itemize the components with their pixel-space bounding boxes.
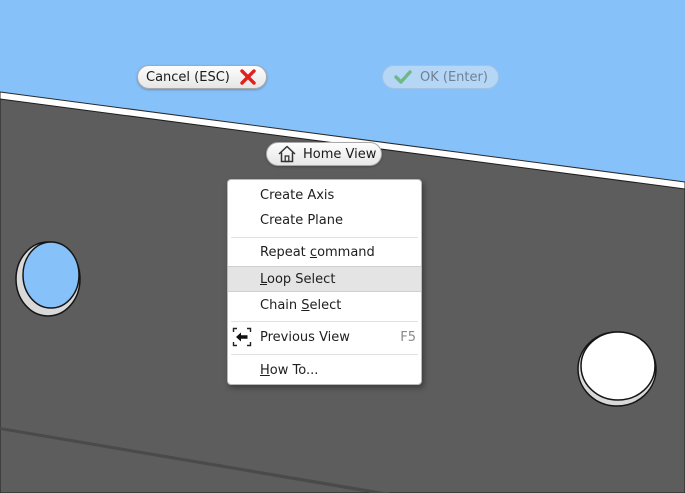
part-hole-right[interactable] [577, 331, 657, 407]
menu-separator [231, 321, 418, 322]
ok-button-label: OK (Enter) [420, 69, 488, 85]
home-view-label: Home View [303, 146, 377, 162]
menu-item-create-plane[interactable]: Create Plane [228, 207, 421, 233]
menu-item-how-to[interactable]: How To... [228, 357, 421, 383]
home-icon [277, 144, 297, 164]
menu-item-label: Loop Select [260, 271, 336, 287]
menu-item-previous-view[interactable]: Previous View F5 [228, 324, 421, 350]
context-menu: Create Axis Create Plane Repeat command … [227, 179, 422, 385]
ok-button[interactable]: OK (Enter) [382, 65, 499, 89]
menu-item-repeat-command[interactable]: Repeat command [228, 239, 421, 265]
menu-separator [231, 354, 418, 355]
menu-item-label: How To... [260, 362, 319, 378]
previous-view-icon [232, 327, 252, 347]
cancel-button-label: Cancel (ESC) [146, 69, 230, 85]
menu-item-label: Previous View [260, 329, 350, 345]
menu-item-loop-select[interactable]: Loop Select [228, 266, 421, 292]
menu-item-create-axis[interactable]: Create Axis [228, 182, 421, 208]
red-x-icon [238, 67, 258, 87]
cancel-button[interactable]: Cancel (ESC) [137, 65, 267, 89]
part-hole-left[interactable] [15, 241, 81, 317]
green-check-icon [393, 67, 413, 87]
graphics-window[interactable]: Cancel (ESC) OK (Enter) Home View Create… [0, 0, 685, 493]
menu-item-label: Repeat command [260, 244, 375, 260]
menu-item-chain-select[interactable]: Chain Select [228, 292, 421, 318]
menu-separator [231, 237, 418, 238]
menu-item-label: Chain Select [260, 297, 342, 313]
menu-item-label: Create Plane [260, 212, 343, 228]
menu-item-label: Create Axis [260, 187, 335, 203]
home-view-button[interactable]: Home View [266, 142, 382, 166]
menu-item-shortcut: F5 [400, 329, 416, 345]
